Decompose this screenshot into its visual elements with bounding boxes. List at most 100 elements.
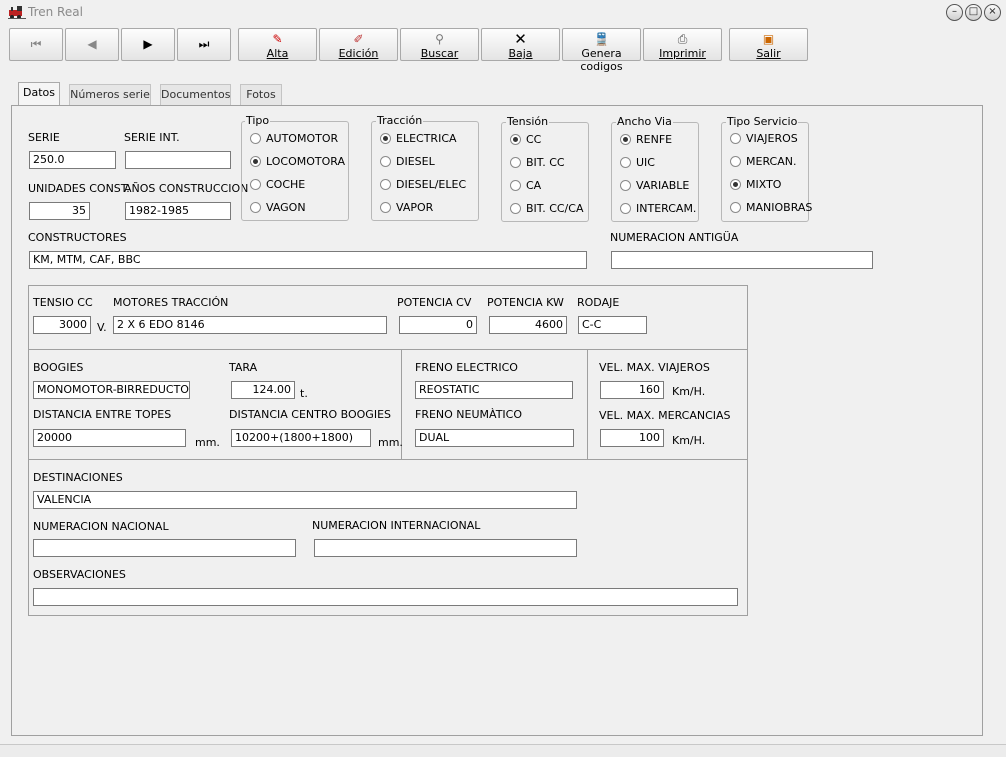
distancia-topes-label: DISTANCIA ENTRE TOPES: [33, 408, 172, 421]
ancho-option-label: UIC: [636, 156, 655, 169]
maximize-button[interactable]: □: [965, 4, 982, 21]
previous-record-button[interactable]: ◀: [65, 28, 119, 61]
distancia-boogies-label: DISTANCIA CENTRO BOOGIES: [229, 408, 392, 421]
distancia-boogies-unit: mm.: [378, 436, 403, 449]
numeracion-internacional-input[interactable]: [314, 539, 577, 557]
servicio-radio-mercan[interactable]: [730, 156, 741, 167]
numeracion-internacional-label: NUMERACION INTERNACIONAL: [312, 519, 481, 532]
salir-button[interactable]: ▣ Salir: [729, 28, 808, 61]
baja-button[interactable]: ✕ Baja: [481, 28, 560, 61]
serie-int-input[interactable]: [125, 151, 231, 169]
tension-radio-ca[interactable]: [510, 180, 521, 191]
anos-input[interactable]: 1982-1985: [125, 202, 231, 220]
tension-radio-cc[interactable]: [510, 134, 521, 145]
tipo-radio-locomotora[interactable]: [250, 156, 261, 167]
tipo-radio-coche[interactable]: [250, 179, 261, 190]
freno-electrico-input[interactable]: REOSTATIC: [415, 381, 573, 399]
vel-viajeros-unit: Km/H.: [672, 385, 706, 398]
imprimir-label: Imprimir: [659, 47, 706, 60]
constructores-label: CONSTRUCTORES: [28, 231, 127, 244]
minimize-icon: –: [952, 6, 957, 17]
vel-viajeros-input[interactable]: 160: [600, 381, 664, 399]
rodaje-input[interactable]: C-C: [578, 316, 647, 334]
vel-mercancias-unit: Km/H.: [672, 434, 706, 447]
unidades-input[interactable]: 35: [29, 202, 90, 220]
potencia-kw-label: POTENCIA KW: [487, 296, 564, 309]
ancho-radio-variable[interactable]: [620, 180, 631, 191]
tipo-option-label: COCHE: [266, 178, 306, 191]
first-record-button[interactable]: ⏮: [9, 28, 63, 61]
close-button[interactable]: ×: [984, 4, 1001, 21]
ancho-radio-uic[interactable]: [620, 157, 631, 168]
ancho-radio-renfe[interactable]: [620, 134, 631, 145]
servicio-radio-viajeros[interactable]: [730, 133, 741, 144]
baja-label: Baja: [508, 47, 533, 60]
train-icon: 🚆: [594, 32, 609, 46]
tab-datos[interactable]: Datos: [18, 82, 60, 106]
tipo-option-label: LOCOMOTORA: [266, 155, 345, 168]
tipo-radio-vagon[interactable]: [250, 202, 261, 213]
alta-button[interactable]: ✎ Alta: [238, 28, 317, 61]
ancho-via-title: Ancho Via: [616, 115, 673, 128]
potencia-kw-input[interactable]: 4600: [489, 316, 567, 334]
numeracion-nacional-input[interactable]: [33, 539, 296, 557]
anos-label: AÑOS CONSTRUCCION: [124, 182, 249, 195]
exit-icon: ▣: [762, 32, 775, 46]
traccion-radio-diesel-elec[interactable]: [380, 179, 391, 190]
traccion-radio-diesel[interactable]: [380, 156, 391, 167]
constructores-input[interactable]: KM, MTM, CAF, BBC: [29, 251, 587, 269]
destinaciones-input[interactable]: VALENCIA: [33, 491, 577, 509]
edicion-button[interactable]: ✐ Edición: [319, 28, 398, 61]
traccion-option-label: DIESEL: [396, 155, 435, 168]
potencia-cv-input[interactable]: 0: [399, 316, 477, 334]
tipo-option-label: VAGON: [266, 201, 306, 214]
traccion-option-label: DIESEL/ELEC: [396, 178, 467, 191]
tensio-unit: V.: [97, 321, 107, 334]
tara-input[interactable]: 124.00: [231, 381, 295, 399]
vel-mercancias-label: VEL. MAX. MERCANCIAS: [599, 409, 731, 422]
tension-title: Tensión: [506, 115, 550, 128]
buscar-button[interactable]: ⚲ Buscar: [400, 28, 479, 61]
tab-documentos[interactable]: Documentos: [160, 84, 231, 105]
observaciones-input[interactable]: [33, 588, 738, 606]
edicion-label: Edición: [338, 47, 379, 60]
tara-label: TARA: [229, 361, 258, 374]
servicio-option-label: VIAJEROS: [746, 132, 798, 145]
freno-neumatico-input[interactable]: DUAL: [415, 429, 574, 447]
tension-radio-bit-cc[interactable]: [510, 157, 521, 168]
maximize-icon: □: [968, 6, 979, 17]
tensio-cc-input[interactable]: 3000: [33, 316, 91, 334]
vel-viajeros-label: VEL. MAX. VIAJEROS: [599, 361, 710, 374]
tab-numeros-serie[interactable]: Números serie: [69, 84, 151, 105]
traccion-radio-electrica[interactable]: [380, 133, 391, 144]
serie-input[interactable]: 250.0: [29, 151, 116, 169]
minimize-button[interactable]: –: [946, 4, 963, 21]
traccion-radio-vapor[interactable]: [380, 202, 391, 213]
tensio-cc-label: TENSIO CC: [33, 296, 93, 309]
vel-mercancias-input[interactable]: 100: [600, 429, 664, 447]
salir-label: Salir: [756, 47, 781, 60]
servicio-radio-mixto[interactable]: [730, 179, 741, 190]
previous-icon: ◀: [87, 37, 97, 51]
genera-codigos-button[interactable]: 🚆 Genera codigos: [562, 28, 641, 73]
ancho-radio-intercam[interactable]: [620, 203, 631, 214]
tension-option-label: BIT. CC/CA: [526, 202, 584, 215]
distancia-topes-input[interactable]: 20000: [33, 429, 186, 447]
next-icon: ▶: [143, 37, 153, 51]
distancia-boogies-input[interactable]: 10200+(1800+1800): [231, 429, 371, 447]
title-bar: Tren Real – □ ×: [0, 0, 1006, 24]
traccion-title: Tracción: [376, 114, 424, 127]
boogies-input[interactable]: MONOMOTOR-BIRREDUCTOR: [33, 381, 190, 399]
next-record-button[interactable]: ▶: [121, 28, 175, 61]
last-record-button[interactable]: ⏭: [177, 28, 231, 61]
motores-input[interactable]: 2 X 6 EDO 8146: [113, 316, 387, 334]
imprimir-button[interactable]: ⎙ Imprimir: [643, 28, 722, 61]
tension-radio-bit-cc-ca[interactable]: [510, 203, 521, 214]
distancia-topes-unit: mm.: [195, 436, 220, 449]
tipo-radio-automotor[interactable]: [250, 133, 261, 144]
tara-unit: t.: [300, 387, 308, 400]
printer-icon: ⎙: [677, 32, 688, 46]
servicio-radio-maniobras[interactable]: [730, 202, 741, 213]
tab-fotos[interactable]: Fotos: [240, 84, 282, 105]
numeracion-antigua-input[interactable]: [611, 251, 873, 269]
